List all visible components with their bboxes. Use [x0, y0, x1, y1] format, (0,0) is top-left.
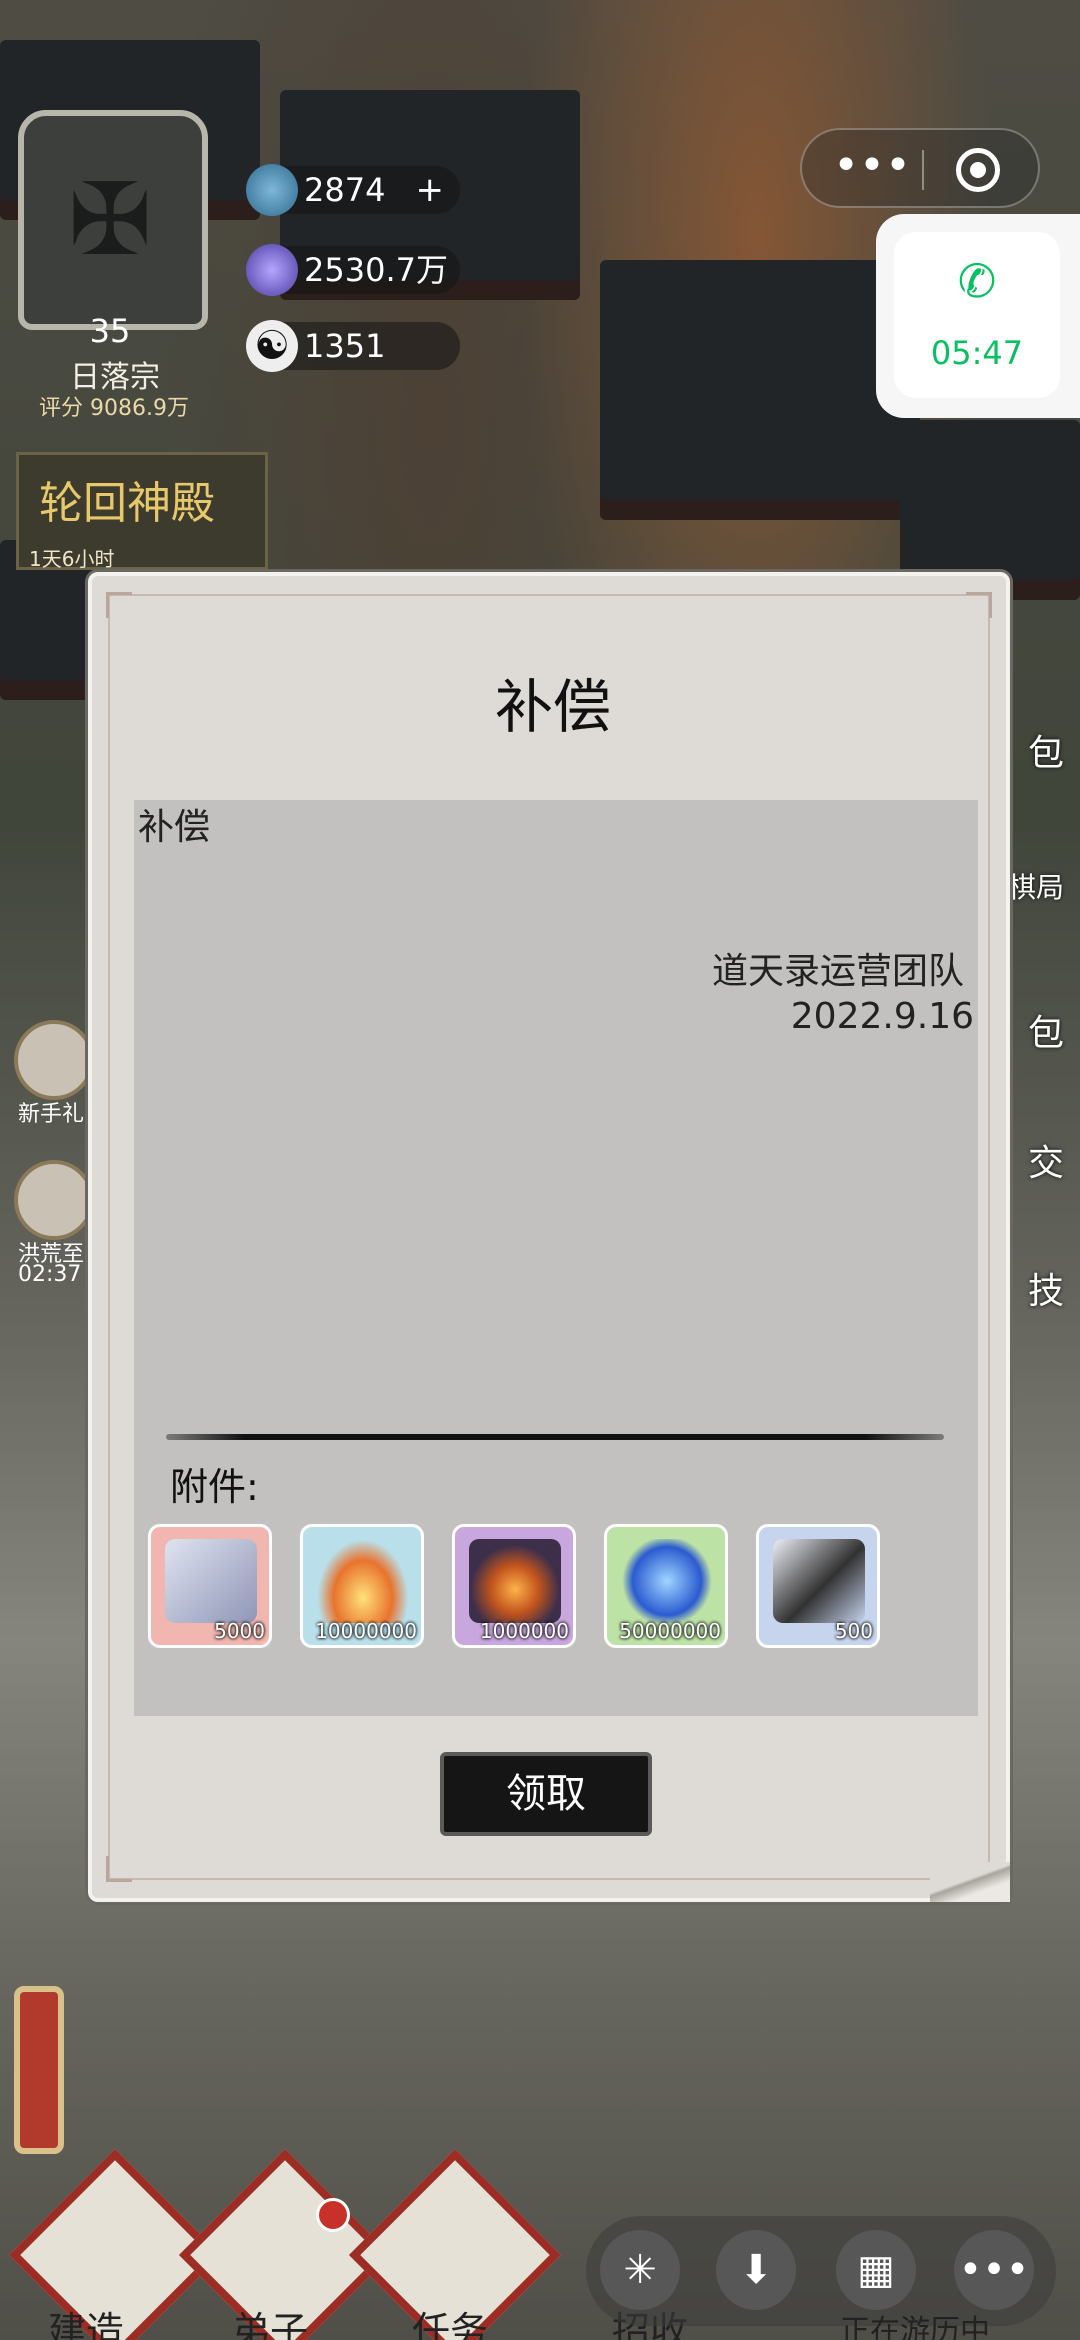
attachment-qty: 5000 — [214, 1619, 265, 1643]
side-right-item[interactable]: 棋局 — [1008, 866, 1064, 906]
yin-yang-icon: ☯ — [246, 320, 298, 372]
mail-date: 2022.9.16 — [790, 996, 974, 1037]
attachments-label: 附件: — [170, 1465, 259, 1509]
mail-dialog: 补偿 补偿 道天录运营团队 2022.9.16 附件: 5000 1000000… — [88, 572, 1010, 1902]
golden-sand-icon — [317, 1539, 409, 1623]
mail-subject: 补偿 — [138, 807, 211, 848]
call-card: ✆ 05:47 — [894, 232, 1060, 398]
resource-value: 2530.7万 — [304, 251, 448, 289]
notification-badge — [316, 2198, 350, 2232]
attachment-item[interactable]: 500 — [756, 1524, 880, 1648]
close-mini-program-icon[interactable] — [956, 148, 1000, 192]
corner-ornament — [106, 592, 132, 618]
mini-program-capsule: ••• — [800, 128, 1040, 208]
spirit-stone-icon — [246, 164, 298, 216]
traveling-status: 正在游历中 — [840, 2314, 990, 2340]
resource-spirit-stone[interactable]: 2874 + — [246, 164, 460, 216]
attachment-item[interactable]: 50000000 — [604, 1524, 728, 1648]
ink-divider — [166, 1434, 944, 1440]
side-right-item[interactable]: 技 — [1028, 1262, 1064, 1314]
attachment-qty: 50000000 — [619, 1619, 721, 1643]
grid-menu-icon[interactable]: ▦ — [836, 2230, 916, 2310]
nav-build-label: 建造 — [48, 2309, 125, 2340]
jigsaw-portrait-icon — [773, 1539, 865, 1623]
call-duration: 05:47 — [930, 334, 1024, 372]
page-curl — [930, 1862, 1010, 1902]
resource-yin-yang: ☯ 1351 — [246, 320, 460, 372]
resource-value: 2874 — [304, 171, 386, 209]
mail-sender: 道天录运营团队 — [711, 951, 964, 992]
attachment-qty: 1000000 — [479, 1619, 569, 1643]
event-banner[interactable]: 轮回神殿 1天6小时 — [16, 452, 268, 571]
mail-content: 补偿 道天录运营团队 2022.9.16 附件: 5000 10000000 1… — [134, 800, 978, 1716]
voice-call-float[interactable]: ✆ 05:47 — [876, 214, 1080, 418]
sword-emblem-icon: ✠ — [68, 161, 152, 278]
dialog-title: 补偿 — [494, 673, 611, 741]
scroll-icon[interactable] — [14, 1986, 64, 2154]
sparkle-icon[interactable]: ✳ — [600, 2230, 680, 2310]
attachment-item[interactable]: 5000 — [148, 1524, 272, 1648]
event-title: 轮回神殿 — [39, 478, 215, 529]
attachment-item[interactable]: 10000000 — [300, 1524, 424, 1648]
attachment-qty: 500 — [834, 1619, 873, 1643]
nav-task-label: 任务 — [412, 2309, 489, 2340]
sect-level: 35 — [89, 312, 131, 350]
event-time: 1天6小时 — [29, 547, 115, 571]
flame-ore-icon — [469, 1539, 561, 1623]
add-resource-button[interactable]: + — [416, 166, 445, 214]
jigsaw-dragon-icon — [165, 1539, 257, 1623]
treasure-event-icon[interactable] — [14, 1160, 94, 1240]
resource-value: 1351 — [304, 327, 386, 365]
phone-icon: ✆ — [957, 254, 997, 308]
sect-score: 评分 9086.9万 — [39, 396, 189, 421]
blue-gem-icon — [621, 1539, 713, 1623]
nav-disciple-label: 弟子 — [232, 2309, 309, 2340]
corner-ornament — [966, 592, 992, 618]
attachment-item[interactable]: 1000000 — [452, 1524, 576, 1648]
capsule-divider — [922, 150, 924, 190]
corner-ornament — [106, 1856, 132, 1882]
download-icon[interactable]: ⬇ — [716, 2230, 796, 2310]
side-right-item[interactable]: 交 — [1028, 1134, 1064, 1186]
treasure-event-timer: 02:37 — [18, 1262, 82, 1287]
resource-crystal: 2530.7万 — [246, 244, 460, 296]
newbie-gift-icon[interactable] — [14, 1020, 94, 1100]
crystal-icon — [246, 244, 298, 296]
attachment-qty: 10000000 — [315, 1619, 417, 1643]
more-options-icon[interactable]: ••• — [832, 140, 912, 200]
side-right-item[interactable]: 包 — [1028, 724, 1064, 776]
side-right-item[interactable]: 包 — [1028, 1004, 1064, 1056]
claim-button[interactable]: 领取 — [440, 1752, 652, 1836]
more-icon[interactable]: ••• — [954, 2230, 1034, 2310]
newbie-gift-label: 新手礼 — [18, 1102, 85, 1127]
